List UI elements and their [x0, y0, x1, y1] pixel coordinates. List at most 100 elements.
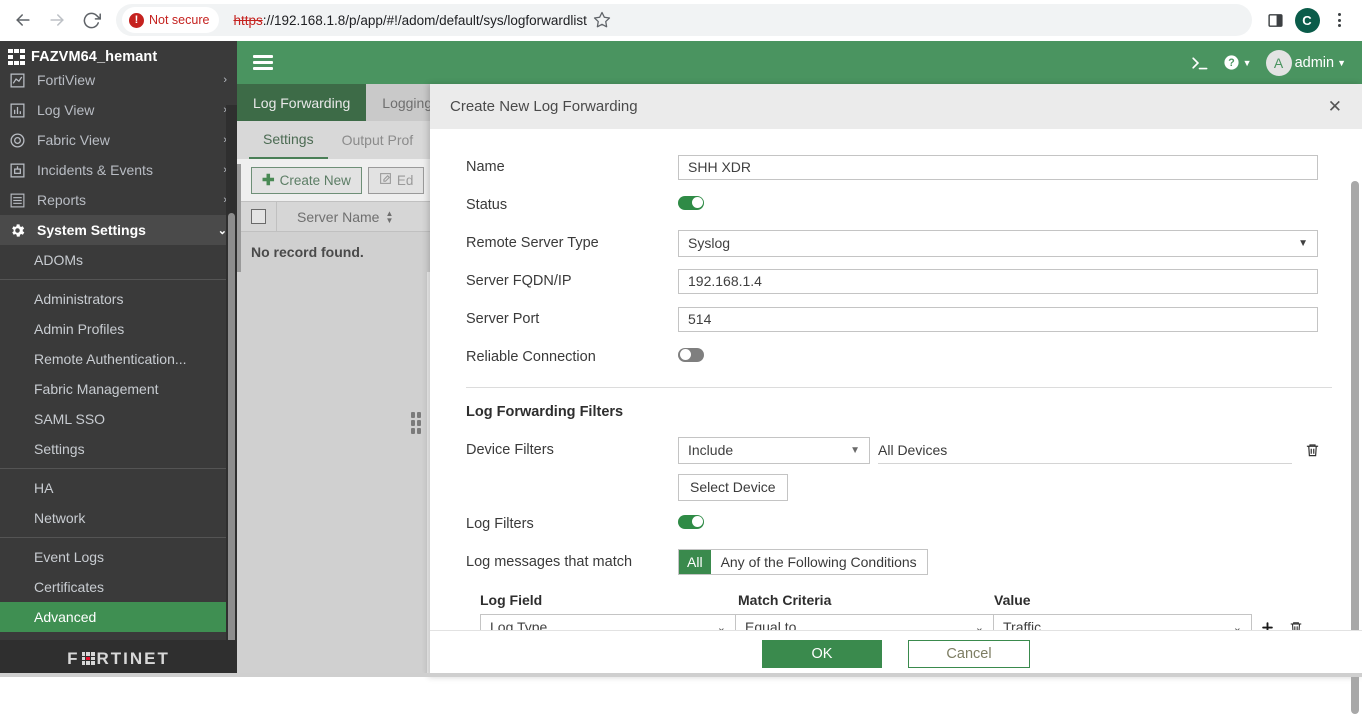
not-secure-badge[interactable]: ! Not secure: [122, 7, 219, 33]
create-log-forwarding-dialog: Create New Log Forwarding ✕ Name SHH XDR…: [430, 84, 1362, 677]
sidebar-item-reports[interactable]: Reports ›: [0, 185, 237, 215]
cancel-button[interactable]: Cancel: [908, 640, 1030, 668]
device-name: FAZVM64_hemant: [31, 49, 157, 65]
back-arrow-icon[interactable]: [6, 3, 40, 37]
field-row-log-filters: Log Filters: [466, 508, 1332, 540]
warning-icon: !: [129, 13, 144, 28]
chevron-down-icon: ▼: [1298, 238, 1308, 249]
edit-button[interactable]: Ed: [368, 167, 425, 194]
close-icon[interactable]: ✕: [1328, 98, 1342, 115]
column-header-server-name[interactable]: Server Name ▲▼: [287, 209, 393, 225]
delete-condition-button[interactable]: [1282, 620, 1310, 631]
sidebar-divider: [0, 468, 237, 469]
sidebar-item-event-logs[interactable]: Event Logs: [0, 542, 237, 572]
dialog-body: Name SHH XDR Status Remote Server Type S…: [430, 129, 1362, 630]
device-filter-delete-button[interactable]: [1292, 442, 1332, 458]
sidebar-item-incidents-events[interactable]: Incidents & Events ›: [0, 155, 237, 185]
create-new-label: Create New: [280, 173, 351, 188]
match-mode-segmented-control: All Any of the Following Conditions: [678, 549, 928, 575]
profile-avatar[interactable]: C: [1292, 5, 1322, 35]
sidebar-item-fortiview[interactable]: FortiView ›: [0, 73, 237, 95]
reports-icon: [8, 191, 27, 210]
sidebar-item-administrators[interactable]: Administrators: [0, 284, 237, 314]
sidebar-item-system-settings[interactable]: System Settings ⌄: [0, 215, 237, 245]
dialog-title: Create New Log Forwarding: [450, 98, 638, 115]
dialog-drag-handle[interactable]: [411, 412, 421, 434]
match-criteria-select[interactable]: Equal to ⌄: [736, 614, 994, 630]
name-input[interactable]: SHH XDR: [678, 155, 1318, 180]
forward-arrow-icon[interactable]: [40, 3, 74, 37]
select-all-checkbox[interactable]: [251, 209, 266, 224]
match-all-option[interactable]: All: [679, 550, 711, 574]
sidebar-item-label: Fabric View: [37, 132, 213, 148]
device-filters-value[interactable]: All Devices: [878, 437, 1292, 464]
log-filters-toggle[interactable]: [678, 515, 704, 529]
sidebar-item-remote-authentication[interactable]: Remote Authentication...: [0, 344, 237, 374]
remote-server-type-select[interactable]: Syslog ▼: [678, 230, 1318, 257]
help-icon[interactable]: ? ▼: [1223, 54, 1252, 71]
condition-value-select[interactable]: Traffic ⌄: [994, 614, 1252, 630]
select-device-button[interactable]: Select Device: [678, 474, 788, 501]
chevron-down-icon: ⌄: [717, 621, 726, 631]
sidebar-item-log-view[interactable]: Log View ›: [0, 95, 237, 125]
sidebar-item-network[interactable]: Network: [0, 503, 237, 533]
incidents-events-icon: [8, 161, 27, 180]
log-field-select[interactable]: Log Type ⌄: [480, 614, 736, 630]
sidebar-item-adoms[interactable]: ADOMs: [0, 245, 237, 275]
reliable-connection-toggle[interactable]: [678, 348, 704, 362]
dialog-scrollbar-track[interactable]: [1348, 129, 1362, 677]
tab-output-profile[interactable]: Output Prof: [328, 121, 428, 159]
cli-console-icon[interactable]: [1190, 55, 1209, 71]
chevron-right-icon: ›: [223, 74, 227, 86]
profile-initial: C: [1295, 8, 1320, 33]
sidebar-sub-label: Administrators: [34, 291, 123, 307]
hamburger-icon[interactable]: [253, 55, 273, 70]
server-fqdn-input[interactable]: 192.168.1.4: [678, 269, 1318, 294]
sidebar-item-saml-sso[interactable]: SAML SSO: [0, 404, 237, 434]
tab-label: Log Forwarding: [253, 95, 350, 111]
svg-text:?: ?: [1228, 57, 1234, 69]
star-icon[interactable]: [587, 5, 617, 35]
sidebar-item-advanced[interactable]: Advanced: [0, 602, 237, 632]
address-bar[interactable]: ! Not secure https://192.168.1.8/p/app/#…: [116, 4, 1252, 36]
sidebar-sub-label: Certificates: [34, 579, 104, 595]
header-right-controls: ? ▼ A admin ▼: [1190, 50, 1362, 76]
sidebar-divider: [0, 279, 237, 280]
reload-icon[interactable]: [74, 3, 108, 37]
conditions-header-row: Log Field Match Criteria Value: [466, 592, 1332, 608]
ok-button[interactable]: OK: [762, 640, 882, 668]
sidebar-sub-label: Event Logs: [34, 549, 104, 565]
user-menu[interactable]: A admin ▼: [1266, 50, 1346, 76]
chevron-down-icon: ▼: [850, 445, 860, 456]
match-any-option[interactable]: Any of the Following Conditions: [711, 550, 927, 574]
browser-toolbar: ! Not secure https://192.168.1.8/p/app/#…: [0, 0, 1362, 41]
sidebar-sub-label: Network: [34, 510, 85, 526]
status-toggle[interactable]: [678, 196, 704, 210]
sidebar-item-fabric-view[interactable]: Fabric View ›: [0, 125, 237, 155]
side-panel-icon[interactable]: [1260, 5, 1290, 35]
sort-icon: ▲▼: [385, 210, 393, 224]
three-dot-menu-icon[interactable]: [1324, 5, 1354, 35]
sidebar-item-admin-profiles[interactable]: Admin Profiles: [0, 314, 237, 344]
column-header-value: Value: [994, 592, 1031, 608]
device-filters-mode-value: Include: [688, 442, 733, 458]
sidebar-item-ha[interactable]: HA: [0, 473, 237, 503]
sidebar-item-certificates[interactable]: Certificates: [0, 572, 237, 602]
column-header-match-criteria: Match Criteria: [738, 592, 994, 608]
app-header: ? ▼ A admin ▼: [237, 41, 1362, 84]
sidebar-item-fabric-management[interactable]: Fabric Management: [0, 374, 237, 404]
sidebar-item-label: Incidents & Events: [37, 162, 213, 178]
server-port-input[interactable]: 514: [678, 307, 1318, 332]
sidebar-scrollbar-thumb[interactable]: [228, 213, 235, 640]
sidebar-divider: [0, 537, 237, 538]
avatar: A: [1266, 50, 1292, 76]
plus-icon: ✚: [262, 171, 275, 189]
create-new-button[interactable]: ✚ Create New: [251, 167, 362, 194]
add-condition-button[interactable]: [1252, 620, 1282, 631]
device-filters-mode-select[interactable]: Include ▼: [678, 437, 870, 464]
tab-log-forwarding[interactable]: Log Forwarding: [237, 84, 366, 121]
url-text: https://192.168.1.8/p/app/#!/adom/defaul…: [233, 13, 586, 28]
tab-settings[interactable]: Settings: [249, 121, 328, 159]
field-row-server-fqdn: Server FQDN/IP 192.168.1.4: [466, 265, 1332, 297]
sidebar-item-settings[interactable]: Settings: [0, 434, 237, 464]
